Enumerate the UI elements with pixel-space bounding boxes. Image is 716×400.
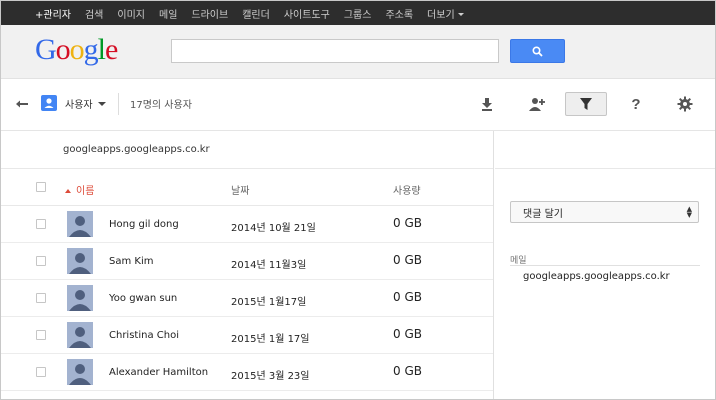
nav-admin[interactable]: +관리자: [35, 6, 71, 21]
user-date: 2015년 1월17일: [231, 297, 307, 308]
column-header-usage[interactable]: 사용량: [393, 182, 421, 197]
domain-label: googleapps.googleapps.co.kr: [1, 131, 493, 169]
google-logo[interactable]: Google: [35, 33, 118, 67]
user-date: 2015년 1월 17일: [231, 334, 310, 345]
user-date: 2015년 3월 23일: [231, 371, 310, 382]
filter-panel: 댓글 달기 ▲ ▼ 메일 googleapps.googleapps.co.kr: [495, 131, 715, 399]
nav-images[interactable]: 이미지: [117, 6, 145, 21]
download-button[interactable]: [472, 92, 502, 116]
gear-icon: [677, 96, 693, 112]
row-checkbox[interactable]: [36, 367, 46, 377]
logo-letter: o: [55, 33, 71, 66]
settings-button[interactable]: [670, 92, 700, 116]
sort-ascending-icon: [65, 189, 71, 193]
filter-icon: [580, 98, 592, 110]
select-all-checkbox[interactable]: [36, 182, 46, 192]
user-usage: 0 GB: [393, 253, 422, 267]
user-name[interactable]: Christina Choi: [109, 330, 179, 341]
admin-console-window: +관리자 검색 이미지 메일 드라이브 캘린더 사이트도구 그룹스 주소록 더보…: [0, 0, 716, 400]
row-checkbox[interactable]: [36, 330, 46, 340]
avatar: [67, 211, 93, 237]
nav-search[interactable]: 검색: [85, 6, 103, 21]
search-button[interactable]: [510, 39, 565, 63]
logo-letter: l: [97, 33, 106, 66]
nav-more[interactable]: 더보기: [427, 6, 464, 21]
user-name[interactable]: Alexander Hamilton: [109, 367, 208, 378]
nav-groups[interactable]: 그룹스: [344, 6, 372, 21]
table-row[interactable]: Sam Kim 2014년 11월3일 0 GB: [1, 243, 493, 280]
nav-mail[interactable]: 메일: [159, 6, 177, 21]
add-user-button[interactable]: [522, 92, 552, 116]
chevron-down-icon[interactable]: [98, 102, 106, 106]
logo-letter: o: [69, 33, 85, 66]
user-usage: 0 GB: [393, 364, 422, 378]
logo-letter: G: [35, 33, 57, 66]
top-navigation-bar: +관리자 검색 이미지 메일 드라이브 캘린더 사이트도구 그룹스 주소록 더보…: [1, 1, 715, 25]
avatar: [67, 359, 93, 385]
user-list-panel: googleapps.googleapps.co.kr 이름 날짜 사용량 Ho…: [1, 131, 494, 399]
column-header-name-label: 이름: [76, 186, 95, 197]
table-header: 이름 날짜 사용량: [1, 169, 493, 206]
divider: [118, 93, 119, 115]
table-row[interactable]: Christina Choi 2015년 1월 17일 0 GB: [1, 317, 493, 354]
row-checkbox[interactable]: [36, 293, 46, 303]
row-checkbox[interactable]: [36, 219, 46, 229]
nav-more-label: 더보기: [427, 9, 455, 21]
table-row[interactable]: Hong gil dong 2014년 10월 21일 0 GB: [1, 206, 493, 243]
table-row[interactable]: Alexander Hamilton 2015년 3월 23일 0 GB: [1, 354, 493, 391]
download-icon: [482, 98, 492, 111]
search-input[interactable]: [171, 39, 499, 63]
user-icon: [41, 95, 57, 111]
user-name[interactable]: Sam Kim: [109, 256, 153, 267]
nav-calendar[interactable]: 캘린더: [242, 6, 270, 21]
filter-button[interactable]: [565, 92, 607, 116]
svg-text:?: ?: [631, 96, 640, 112]
user-date: 2014년 11월3일: [231, 260, 307, 271]
chevron-down-icon: [457, 13, 464, 16]
nav-sites[interactable]: 사이트도구: [284, 6, 330, 21]
users-dropdown-label[interactable]: 사용자: [65, 96, 93, 111]
avatar: [67, 248, 93, 274]
logo-letter: e: [105, 33, 118, 66]
nav-drive[interactable]: 드라이브: [191, 6, 228, 21]
filter-select-value: 댓글 달기: [523, 208, 563, 220]
help-icon: ?: [631, 96, 640, 112]
logo-letter: g: [83, 33, 99, 66]
user-usage: 0 GB: [393, 327, 422, 341]
filter-panel-header: [495, 131, 715, 169]
back-button[interactable]: [13, 95, 31, 113]
user-date: 2014년 10월 21일: [231, 223, 316, 234]
back-arrow-icon: [16, 100, 28, 108]
user-usage: 0 GB: [393, 290, 422, 304]
mail-value: googleapps.googleapps.co.kr: [523, 271, 670, 282]
filter-select[interactable]: 댓글 달기 ▲ ▼: [510, 201, 699, 223]
help-button[interactable]: ?: [621, 92, 651, 116]
user-usage: 0 GB: [393, 216, 422, 230]
column-header-name[interactable]: 이름: [65, 182, 94, 197]
nav-contacts[interactable]: 주소록: [385, 6, 413, 21]
avatar: [67, 322, 93, 348]
avatar: [67, 285, 93, 311]
search-icon: [532, 45, 543, 57]
user-count: 17명의 사용자: [130, 100, 192, 111]
header: Google: [1, 25, 715, 79]
user-name[interactable]: Yoo gwan sun: [109, 293, 177, 304]
column-header-date[interactable]: 날짜: [231, 182, 249, 197]
add-user-icon: [529, 98, 545, 111]
divider: [510, 265, 700, 266]
user-name[interactable]: Hong gil dong: [109, 219, 179, 230]
toolbar: 사용자 17명의 사용자 ?: [1, 79, 715, 131]
table-row[interactable]: Yoo gwan sun 2015년 1월17일 0 GB: [1, 280, 493, 317]
row-checkbox[interactable]: [36, 256, 46, 266]
select-arrows-icon: ▲ ▼: [686, 205, 692, 219]
